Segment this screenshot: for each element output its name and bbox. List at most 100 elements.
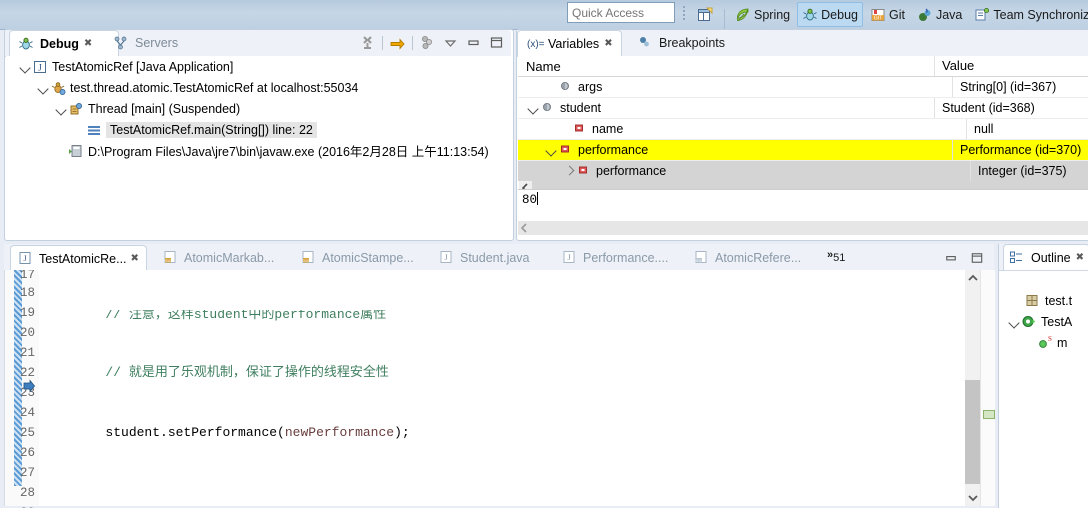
perspective-spring[interactable]: Spring <box>730 3 795 26</box>
perspective-java[interactable]: Java <box>912 3 967 26</box>
outline-row-package[interactable]: test.t <box>999 290 1088 311</box>
tab-breakpoints[interactable]: Breakpoints <box>629 30 733 55</box>
outline-row-label: m <box>1057 335 1068 350</box>
editor-tab-atomicstamped[interactable]: 010 AtomicStampe... <box>294 245 421 270</box>
expand-twisty[interactable] <box>18 60 32 74</box>
editor-tab-label: Performance.... <box>583 250 669 265</box>
line-number: 20 <box>19 326 35 340</box>
java-icon <box>917 7 933 23</box>
minimize-icon[interactable] <box>465 34 482 51</box>
disconnect-icon[interactable] <box>359 34 376 51</box>
private-field-icon <box>572 121 589 137</box>
variable-value[interactable]: Integer (id=375) <box>970 161 1088 181</box>
spring-leaf-icon <box>735 7 751 23</box>
variable-name: args <box>578 80 603 94</box>
variable-value[interactable]: Student (id=368) <box>934 98 1088 118</box>
variable-row-selected[interactable]: performance Integer (id=375) <box>518 161 1088 181</box>
expand-twisty[interactable] <box>544 143 558 157</box>
outline-row-class[interactable]: TestA <box>999 311 1088 332</box>
svg-text:010: 010 <box>696 258 703 263</box>
detail-value-text[interactable]: 80 <box>518 190 1088 209</box>
variables-table-header: Name Value <box>518 56 1088 77</box>
tab-outline[interactable]: Outline ✖ <box>1003 244 1088 270</box>
stack-frame-icon <box>86 122 103 138</box>
view-menu-icon[interactable] <box>442 34 459 51</box>
expand-twisty[interactable] <box>54 102 68 116</box>
variable-row[interactable]: args String[0] (id=367) <box>518 77 1088 98</box>
expand-twisty[interactable] <box>526 101 540 115</box>
scrollbar-thumb[interactable] <box>965 380 981 484</box>
variables-view-tabbar: (x)= Variables ✖ Breakpoints <box>517 30 1088 57</box>
perspective-debug-label: Debug <box>821 7 858 22</box>
open-perspective-button[interactable] <box>691 3 719 26</box>
code-token: ); <box>394 425 410 440</box>
variable-value[interactable]: null <box>966 119 1088 139</box>
variables-detail-pane[interactable]: 80 <box>518 189 1088 222</box>
scroll-left-arrow[interactable] <box>518 221 531 235</box>
tree-row-label: TestAtomicRef [Java Application] <box>52 59 234 74</box>
editor-tab-testatomicref[interactable]: J TestAtomicRe... ✖ <box>10 245 147 271</box>
close-icon[interactable]: ✖ <box>604 38 612 49</box>
variable-row[interactable]: student Student (id=368) <box>518 98 1088 119</box>
line-number: 25 <box>19 426 35 440</box>
editor-vscrollbar[interactable] <box>965 270 981 506</box>
perspective-team-sync[interactable]: Team Synchronizing <box>969 3 1088 26</box>
tree-row-selected[interactable]: TestAtomicRef.main(String[]) line: 22 <box>6 119 512 140</box>
toolbar-grip[interactable] <box>683 4 688 24</box>
code-line: student.setPerformance(newPerformance); <box>43 423 959 443</box>
overview-ruler[interactable] <box>980 270 995 506</box>
variable-row-changed[interactable]: performance Performance (id=370) <box>518 140 1088 161</box>
quick-access-input[interactable] <box>567 2 675 23</box>
code-token: // 注意，这样student中的performance属性 <box>43 310 387 322</box>
variable-name: performance <box>578 143 649 157</box>
expand-twisty[interactable] <box>1007 315 1021 329</box>
tab-variables[interactable]: (x)= Variables ✖ <box>517 30 622 56</box>
perspective-debug[interactable]: Debug <box>797 2 863 27</box>
tree-row[interactable]: test.thread.atomic.TestAtomicRef at loca… <box>6 77 512 98</box>
code-text[interactable]: // 注意，这样student中的performance属性 // 就是用了乐观… <box>43 270 959 508</box>
detail-hscrollbar[interactable] <box>518 221 1088 235</box>
perspective-git[interactable]: GIT Git <box>865 3 910 26</box>
editor-tab-student[interactable]: J Student.java <box>432 245 537 270</box>
outline-row-method[interactable]: S m <box>999 332 1088 353</box>
breakpoints-icon <box>637 35 654 51</box>
close-icon[interactable]: ✖ <box>1076 252 1084 263</box>
variable-row[interactable]: name null <box>518 119 1088 140</box>
maximize-icon[interactable] <box>969 250 986 267</box>
code-editor[interactable]: 17 18 19 20 21 22 23 24 25 26 27 28 29 <box>4 270 995 508</box>
close-icon[interactable]: ✖ <box>131 253 139 264</box>
editor-tab-atomicreference[interactable]: 010 AtomicRefere... <box>687 245 808 270</box>
line-number: 18 <box>19 286 35 300</box>
minimize-icon[interactable] <box>943 250 960 267</box>
scroll-down-arrow[interactable] <box>965 490 981 506</box>
variable-value[interactable]: String[0] (id=367) <box>952 77 1088 97</box>
variable-value[interactable]: Performance (id=370) <box>952 140 1088 160</box>
expand-twisty[interactable] <box>562 164 576 178</box>
line-number: 28 <box>19 486 35 500</box>
tree-row[interactable]: J TestAtomicRef [Java Application] <box>6 56 512 77</box>
tree-row[interactable]: D:\Program Files\Java\jre7\bin\javaw.exe… <box>6 140 512 161</box>
team-sync-icon <box>974 7 990 23</box>
drop-to-frame-icon[interactable] <box>419 34 436 51</box>
editor-tabbar: J TestAtomicRe... ✖ 010 AtomicMarkab... <box>4 244 994 271</box>
expand-twisty[interactable] <box>36 81 50 95</box>
instruction-pointer-icon <box>23 376 36 396</box>
perspective-separator <box>724 8 725 29</box>
overview-marker[interactable] <box>983 410 995 419</box>
maximize-icon[interactable] <box>488 34 505 51</box>
editor-tab-atomicmarkable[interactable]: 010 AtomicMarkab... <box>156 245 281 270</box>
editor-tab-performance[interactable]: J Performance.... <box>555 245 675 270</box>
tab-servers[interactable]: Servers <box>105 30 186 55</box>
tree-row[interactable]: Thread [main] (Suspended) <box>6 98 512 119</box>
column-header-value: Value <box>934 56 1088 76</box>
scroll-up-arrow[interactable] <box>965 270 981 286</box>
debug-stack-tree[interactable]: J TestAtomicRef [Java Application] test.… <box>6 56 512 239</box>
outline-tree[interactable]: test.t TestA S m <box>999 274 1088 508</box>
quick-access-wrapper <box>567 2 675 23</box>
expand-twisty-placeholder <box>558 122 572 136</box>
step-return-icon[interactable] <box>389 34 406 51</box>
editor-tab-overflow[interactable]: »51 <box>827 247 845 264</box>
close-icon[interactable]: ✖ <box>84 38 92 49</box>
tab-debug[interactable]: Debug ✖ <box>9 30 119 56</box>
